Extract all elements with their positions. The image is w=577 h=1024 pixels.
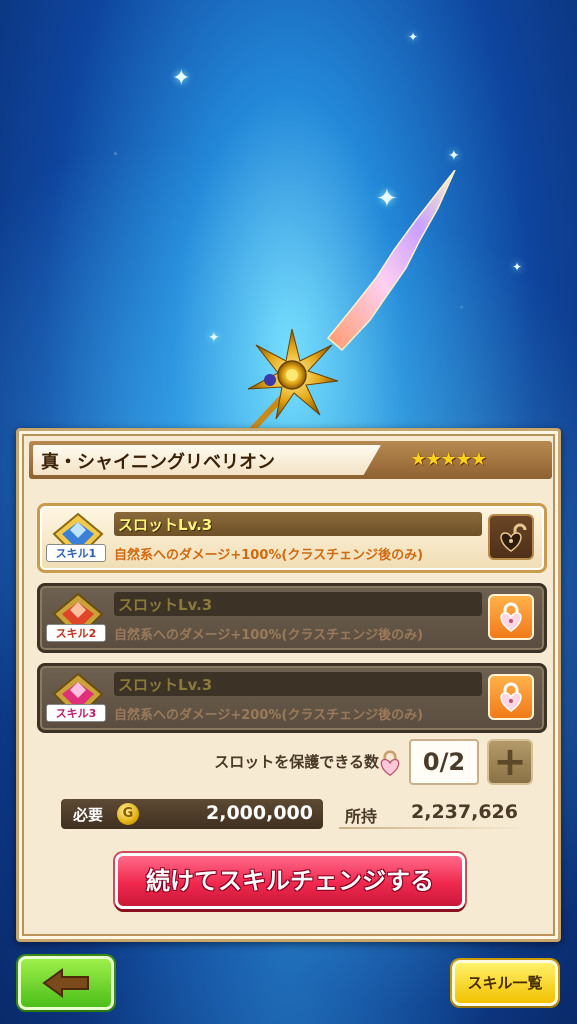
protect-label: スロットを保護できる数 [214, 753, 379, 771]
sparkle-icon: ✦ [512, 260, 523, 274]
item-title-bar: 真・シャイニングリベリオン ★★★★★ [29, 441, 552, 479]
continue-skill-change-button[interactable]: 続けてスキルチェンジする [115, 853, 465, 909]
sword-illustration [247, 170, 456, 435]
unlocked-heart-lock-icon [500, 523, 527, 552]
sparkle-icon: ✦ [208, 330, 220, 346]
owned-value: 2,237,626 [411, 801, 518, 823]
slot-description: 自然系へのダメージ+100%(クラスチェンジ後のみ) [114, 628, 424, 643]
gold-coin-icon: G [117, 803, 139, 825]
lock-toggle-button[interactable] [488, 674, 534, 720]
item-name: 真・シャイニングリベリオン [33, 445, 381, 475]
back-button[interactable] [18, 956, 114, 1010]
protect-count: 0/2 [409, 739, 479, 785]
skill-badge: スキル3 [46, 704, 106, 722]
add-protect-button[interactable]: + [487, 739, 533, 785]
locked-heart-lock-icon [380, 750, 400, 777]
skill-slot-1[interactable]: スキル1 スロットLv.3 自然系へのダメージ+100%(クラスチェンジ後のみ) [37, 503, 547, 573]
locked-heart-lock-icon [500, 682, 522, 712]
divider [339, 827, 525, 829]
skill-change-panel: 真・シャイニングリベリオン ★★★★★ スキル1 スロットLv.3 自然系へのダ… [16, 428, 561, 942]
plus-icon: + [493, 739, 527, 785]
slot-description: 自然系へのダメージ+200%(クラスチェンジ後のみ) [114, 708, 424, 723]
skill-list-button[interactable]: スキル一覧 [452, 960, 558, 1006]
sparkle-icon: ✦ [408, 30, 419, 44]
arrow-left-icon [42, 968, 89, 998]
slot-title: スロットLv.3 [114, 512, 482, 536]
slot-description: 自然系へのダメージ+100%(クラスチェンジ後のみ) [114, 548, 424, 563]
lock-toggle-button[interactable] [488, 514, 534, 560]
cost-row: 必要 G 2,000,000 [61, 799, 323, 829]
locked-heart-lock-icon [500, 602, 522, 632]
skill-slot-3[interactable]: スキル3 スロットLv.3 自然系へのダメージ+200%(クラスチェンジ後のみ) [37, 663, 547, 733]
skill-badge: スキル1 [46, 544, 106, 562]
slot-title: スロットLv.3 [114, 592, 482, 616]
sparkle-icon: ✦ [172, 66, 191, 91]
rarity-stars: ★★★★★ [410, 449, 487, 470]
skill-badge: スキル2 [46, 624, 106, 642]
lock-toggle-button[interactable] [488, 594, 534, 640]
cost-label: 必要 [73, 806, 104, 824]
cost-value: 2,000,000 [206, 802, 313, 824]
owned-label: 所持 [345, 807, 378, 826]
sparkle-icon: ✦ [448, 148, 460, 164]
skill-slot-2[interactable]: スキル2 スロットLv.3 自然系へのダメージ+100%(クラスチェンジ後のみ) [37, 583, 547, 653]
slot-title: スロットLv.3 [114, 672, 482, 696]
